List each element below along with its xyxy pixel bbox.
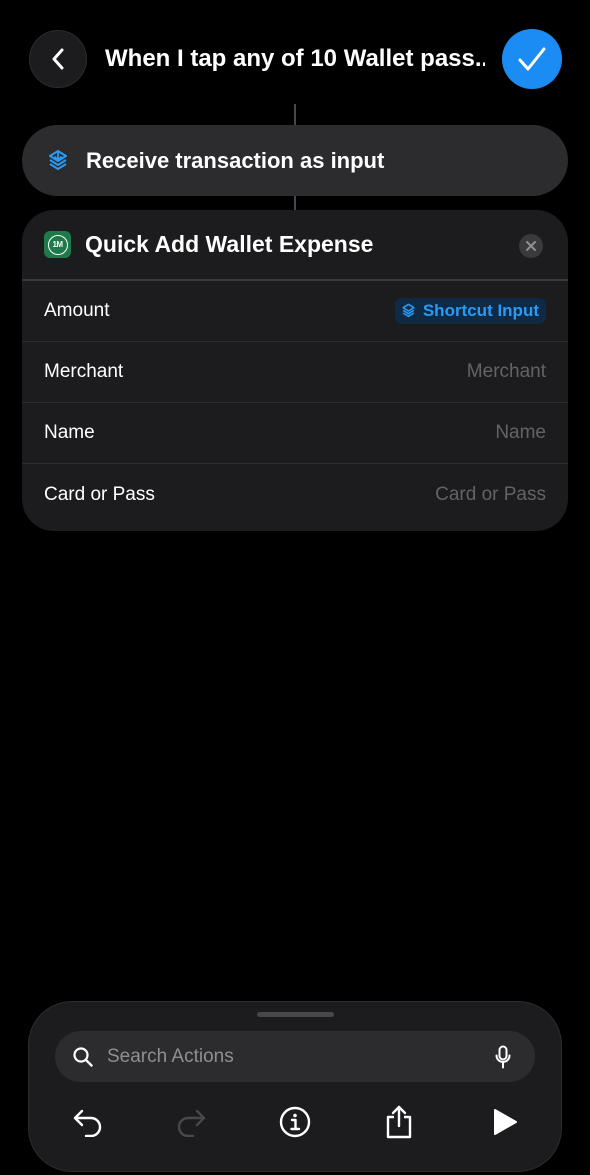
flow-connector	[294, 196, 296, 210]
search-input[interactable]	[107, 1045, 467, 1068]
chevron-left-icon	[52, 48, 64, 70]
action-drawer	[28, 1001, 562, 1172]
app-icon: 1M	[44, 231, 71, 258]
param-row-name[interactable]: Name Name	[22, 403, 568, 464]
share-button[interactable]	[379, 1102, 419, 1142]
trigger-card[interactable]: Receive transaction as input	[22, 125, 568, 196]
param-label: Merchant	[44, 361, 124, 382]
shortcut-input-icon	[401, 303, 417, 319]
token-label: Shortcut Input	[422, 301, 539, 320]
back-button[interactable]	[29, 30, 87, 88]
action-title: Quick Add Wallet Expense	[85, 231, 374, 257]
undo-icon	[73, 1109, 102, 1137]
param-row-amount[interactable]: Amount Shortcut Input	[22, 281, 568, 342]
undo-button[interactable]	[68, 1102, 108, 1142]
card-or-pass-field[interactable]: Card or Pass	[435, 484, 546, 506]
search-bar[interactable]	[55, 1031, 535, 1082]
share-icon	[386, 1105, 412, 1139]
action-card: 1M Quick Add Wallet Expense Amount Short…	[22, 210, 568, 531]
done-button[interactable]	[502, 29, 562, 89]
shortcut-title[interactable]: When I tap any of 10 Wallet pass...	[105, 44, 485, 74]
param-label: Card or Pass	[44, 483, 155, 505]
param-label: Amount	[44, 300, 110, 321]
shortcut-editor: When I tap any of 10 Wallet pass... Rece…	[0, 0, 590, 1175]
run-button[interactable]	[485, 1102, 525, 1142]
close-icon	[526, 241, 536, 251]
app-badge: 1M	[47, 234, 68, 255]
redo-button[interactable]	[171, 1102, 211, 1142]
shortcut-input-icon	[46, 149, 70, 173]
checkmark-icon	[518, 47, 546, 71]
flow-connector	[294, 104, 296, 125]
param-label: Name	[44, 422, 95, 443]
merchant-field[interactable]: Merchant	[467, 361, 546, 383]
play-icon	[494, 1109, 517, 1135]
trigger-label: Receive transaction as input	[86, 147, 385, 173]
shortcut-input-token[interactable]: Shortcut Input	[394, 298, 546, 324]
search-icon	[73, 1046, 95, 1068]
redo-icon	[177, 1109, 206, 1137]
name-field[interactable]: Name	[495, 422, 546, 444]
remove-action-button[interactable]	[519, 234, 543, 258]
param-row-merchant[interactable]: Merchant Merchant	[22, 342, 568, 403]
info-icon	[279, 1106, 311, 1138]
microphone-icon[interactable]	[493, 1044, 513, 1070]
info-button[interactable]	[275, 1102, 315, 1142]
action-header[interactable]: 1M Quick Add Wallet Expense	[22, 210, 568, 281]
param-row-card-or-pass[interactable]: Card or Pass Card or Pass	[22, 464, 568, 525]
drawer-grabber[interactable]	[257, 1012, 334, 1017]
